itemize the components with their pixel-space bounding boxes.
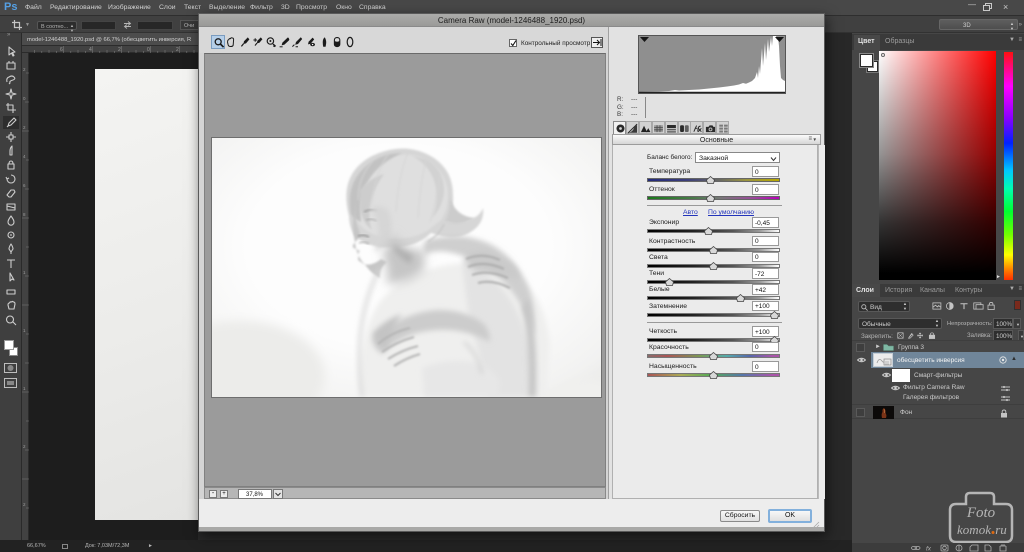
svg-text:6: 6 — [23, 183, 26, 188]
svg-text:fx: fx — [926, 546, 932, 552]
svg-text:2: 2 — [23, 125, 26, 130]
svg-text:2: 2 — [23, 67, 26, 72]
svg-text:ru: ru — [995, 522, 1007, 537]
svg-text:1: 1 — [23, 270, 26, 275]
svg-text:4: 4 — [23, 154, 26, 159]
svg-text:2: 2 — [23, 502, 26, 507]
svg-text:komok: komok — [957, 522, 991, 537]
svg-text:0: 0 — [23, 96, 26, 101]
svg-text:1: 1 — [23, 386, 26, 391]
svg-text:2: 2 — [23, 444, 26, 449]
svg-text:1: 1 — [23, 328, 26, 333]
svg-text:8: 8 — [23, 212, 26, 217]
svg-text:Foto: Foto — [966, 505, 996, 521]
